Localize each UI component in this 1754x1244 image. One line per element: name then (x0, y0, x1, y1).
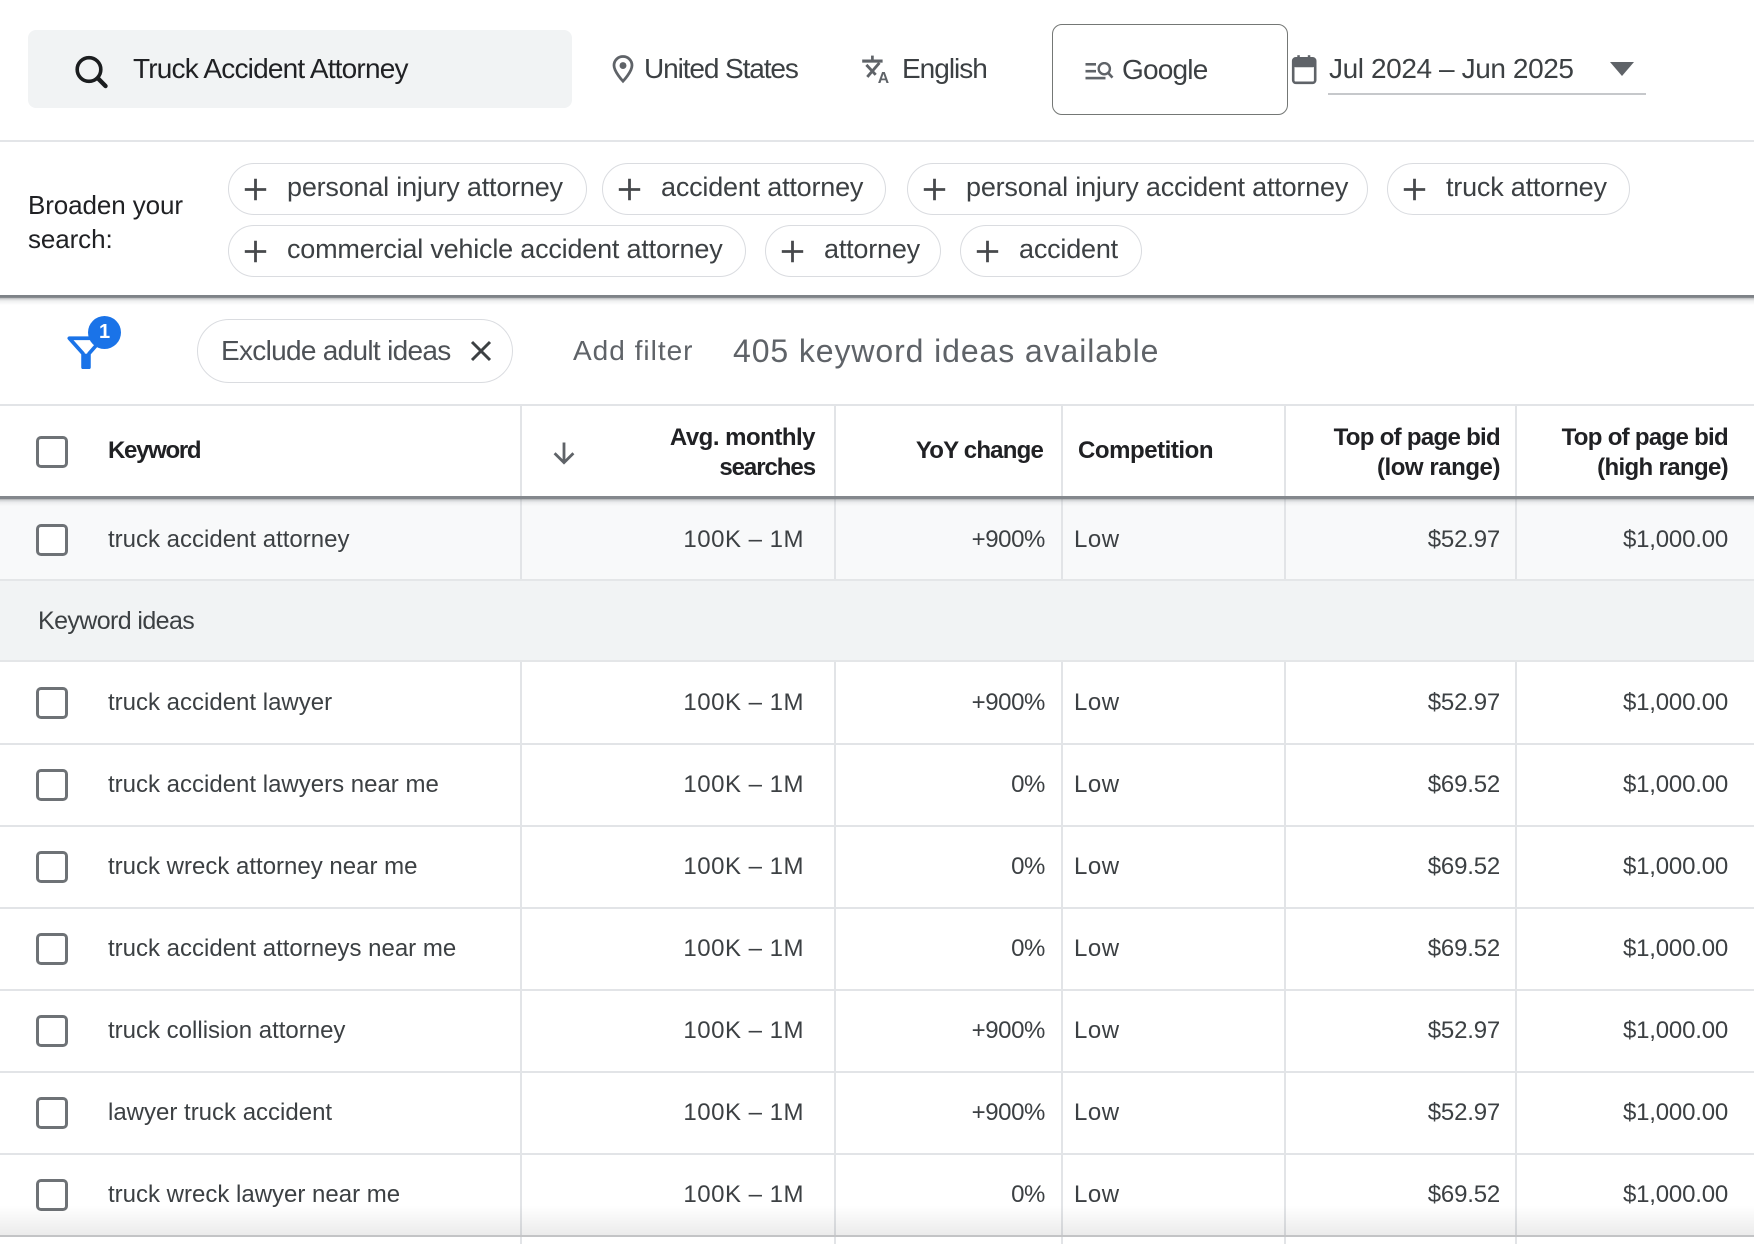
svg-text:A: A (878, 70, 889, 85)
